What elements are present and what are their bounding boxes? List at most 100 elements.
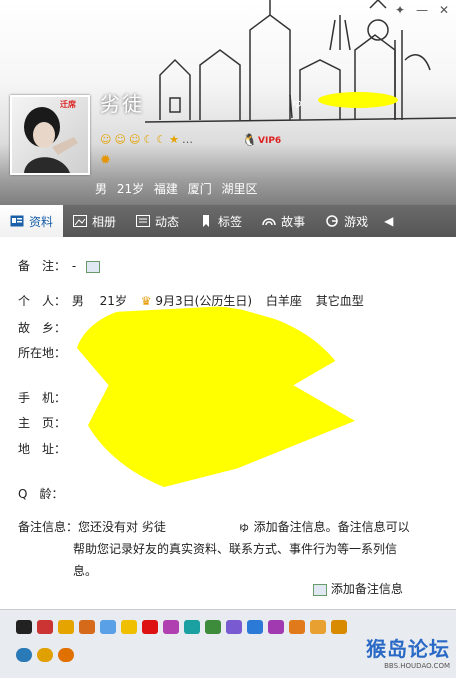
homepage-row: 主 页： (18, 414, 68, 431)
tab-label: 相册 (92, 214, 117, 229)
add-note-icon (313, 583, 327, 596)
add-note-label: 添加备注信息 (330, 582, 403, 596)
star-icon[interactable]: ★ (169, 133, 179, 146)
photo-album-icon (73, 215, 88, 227)
hometown-label: 故 乡： (18, 321, 67, 335)
basic-info: 男 21岁 福建 厦门 湖里区 (95, 182, 258, 196)
vip-badge[interactable]: VIP6 (258, 136, 281, 146)
note-label: 备注信息： (18, 520, 79, 534)
status-icons: ☺ ☺ ☺ ☾ ☾ ★ … (100, 133, 193, 146)
tab-tags[interactable]: 标签 (189, 205, 252, 237)
sun-icon[interactable]: ✹ (100, 153, 111, 168)
moon-icon[interactable]: ☾ (156, 133, 166, 146)
green-diamond-icon[interactable] (205, 620, 221, 634)
qzone-icon[interactable] (16, 648, 32, 662)
remark-note: 备注信息：您还没有对 劣徒 ゅ 添加备注信息。备注信息可以 帮助您记录好友的真实… (18, 516, 428, 582)
watermark-url: BBS.HOUDAO.COM (384, 662, 450, 670)
tab-label: 动态 (155, 214, 180, 229)
skin-icon[interactable]: ✦ (392, 2, 408, 18)
moon-icon[interactable]: ☾ (143, 133, 153, 146)
magenta-badge-icon[interactable] (268, 620, 284, 634)
story-icon (262, 218, 276, 226)
add-note-link[interactable]: 添加备注信息 (313, 580, 403, 597)
note-line-2: 帮助您记录好友的真实资料、联系方式、事件行为等一系列信 (73, 542, 398, 556)
nickname-mark: ゅ (291, 96, 304, 110)
member-badge-icon[interactable] (58, 648, 74, 662)
tab-label: 游戏 (344, 214, 369, 229)
avatar-photo (24, 107, 78, 173)
address-row: 地 址： (18, 440, 68, 457)
scroll-tabs-left-icon[interactable]: ◀ (378, 214, 399, 228)
badge-row-2 (16, 648, 74, 662)
phone-row: 手 机： (18, 389, 68, 406)
tab-label: 标签 (218, 214, 243, 229)
homepage-label: 主 页： (18, 416, 67, 430)
birthday-value: 9月3日(公历生日) (155, 294, 253, 308)
note-line-3: 息。 (73, 564, 98, 578)
minimize-button[interactable]: — (414, 2, 430, 18)
personal-row: 个 人： 男 21岁 ♛ 9月3日(公历生日) 白羊座 其它血型 (18, 292, 364, 309)
age-value: 21岁 (99, 294, 127, 308)
tab-label: 资料 (29, 214, 54, 229)
yellow-diamond-icon[interactable] (121, 620, 137, 634)
window-controls: ✦ — ✕ (392, 2, 452, 18)
profile-window: ✦ — ✕ 迁席 劣徒 ゅ ☺ ☺ ☺ ☾ ☾ ★ … 🐧 VIP6 ✹ 男 2… (0, 0, 456, 678)
pet-badge-icon[interactable] (310, 620, 326, 634)
blue-badge-icon[interactable] (247, 620, 263, 634)
redaction-blob (318, 92, 398, 108)
personal-label: 个 人： (18, 294, 67, 308)
remark-label: 备 注： (18, 259, 67, 273)
phone-label: 手 机： (18, 391, 67, 405)
remark-value: - (71, 259, 77, 273)
blood-type-value: 其它血型 (315, 294, 364, 308)
tab-feed[interactable]: 动态 (126, 205, 189, 237)
qq-penguin-icon[interactable]: 🐧 (242, 133, 257, 147)
tab-label: 故事 (281, 214, 306, 229)
nickname: 劣徒 (100, 92, 144, 116)
location-label: 所在地： (18, 346, 67, 360)
badge-row-1 (16, 620, 347, 634)
location-row: 所在地： (18, 344, 68, 361)
profile-card-icon (10, 215, 24, 227)
gender-value: 男 (71, 294, 84, 308)
more-icon[interactable]: … (182, 133, 193, 146)
star-badge-icon[interactable] (37, 648, 53, 662)
smile-icon[interactable]: ☺ (129, 133, 140, 146)
game-icon (326, 215, 338, 227)
penguin-red-icon[interactable] (37, 620, 53, 634)
blue-diamond-icon[interactable] (100, 620, 116, 634)
watermark-title: 猴岛论坛 (366, 637, 450, 661)
close-button[interactable]: ✕ (436, 2, 452, 18)
red-heart-icon[interactable] (142, 620, 158, 634)
tab-story[interactable]: 故事 (252, 205, 315, 237)
qage-row: Q 龄： (18, 485, 68, 502)
tab-game[interactable]: 游戏 (315, 205, 378, 237)
feed-icon (136, 215, 151, 227)
orange-badge-icon[interactable] (79, 620, 95, 634)
avatar[interactable]: 迁席 (10, 95, 90, 175)
crown-icon: ♛ (140, 294, 152, 308)
hometown-row: 故 乡： (18, 319, 68, 336)
profile-header: ✦ — ✕ 迁席 劣徒 ゅ ☺ ☺ ☺ ☾ ☾ ★ … 🐧 VIP6 ✹ 男 2… (0, 0, 456, 205)
note-text: 您还没有对 劣徒 ゅ 添加备注信息。备注信息可以 (78, 520, 410, 534)
zodiac-value: 白羊座 (265, 294, 302, 308)
tab-profile[interactable]: 资料 (0, 205, 64, 237)
book-badge-icon[interactable] (331, 620, 347, 634)
tab-bar: 资料 相册 动态 标签 故事 游戏 ◀ (0, 205, 456, 237)
smile-icon[interactable]: ☺ (100, 133, 111, 146)
smile-icon[interactable]: ☺ (114, 133, 125, 146)
forum-watermark: 猴岛论坛 BBS.HOUDAO.COM (366, 633, 450, 670)
note-line-1: 备注信息：您还没有对 劣徒 ゅ 添加备注信息。备注信息可以 (18, 516, 428, 538)
address-label: 地 址： (18, 442, 67, 456)
tab-album[interactable]: 相册 (63, 205, 126, 237)
badge-bar: 猴岛论坛 BBS.HOUDAO.COM (0, 609, 456, 678)
bookmark-icon (203, 215, 210, 227)
qq-penguin-icon[interactable] (16, 620, 32, 634)
teal-diamond-icon[interactable] (184, 620, 200, 634)
remark-row: 备 注： - (18, 257, 100, 274)
violet-badge-icon[interactable] (226, 620, 242, 634)
edit-remark-icon[interactable] (86, 260, 100, 273)
purple-diamond-icon[interactable] (163, 620, 179, 634)
music-badge-icon[interactable] (289, 620, 305, 634)
gold-badge-icon[interactable] (58, 620, 74, 634)
